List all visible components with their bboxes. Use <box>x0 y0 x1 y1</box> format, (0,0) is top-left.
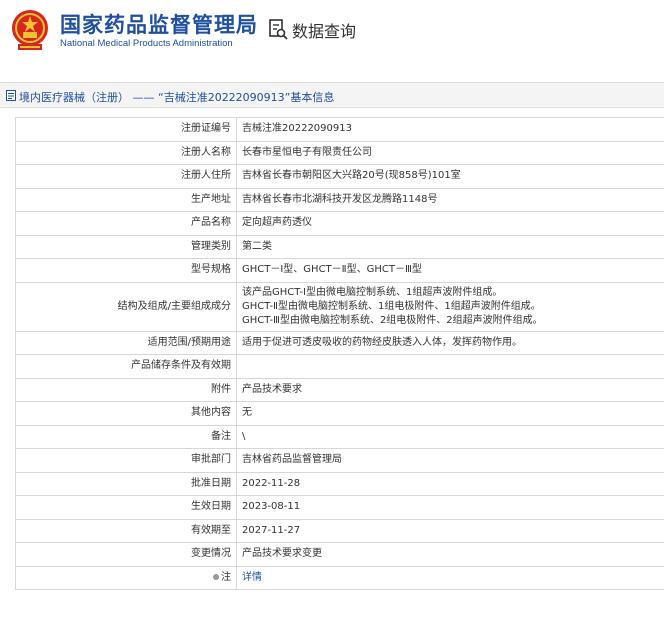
field-value: 产品技术要求 <box>236 377 664 402</box>
composition-line: GHCT-Ⅲ型由微电脑控制系统、2组电极附件、2组超声波附件组成。 <box>242 314 543 326</box>
field-value: 无 <box>236 401 664 426</box>
field-label: 管理类别 <box>15 234 237 259</box>
site-title-en: National Medical Products Administration <box>60 38 233 49</box>
table-row: 变更情况 产品技术要求变更 <box>15 542 664 567</box>
field-label: 生效日期 <box>15 495 237 520</box>
field-label: 注册证编号 <box>15 117 237 142</box>
field-label: 备注 <box>15 424 237 449</box>
field-label: 附件 <box>15 377 237 402</box>
note-bulb-icon <box>213 573 219 580</box>
table-row: 结构及组成/主要组成成分 该产品GHCT-Ⅰ型由微电脑控制系统、1组超声波附件组… <box>15 281 664 332</box>
field-label: 有效期至 <box>15 518 237 543</box>
field-value: 适用于促进可透皮吸收的药物经皮肤透入人体，发挥药物作用。 <box>236 330 664 355</box>
document-icon <box>6 90 16 101</box>
details-link[interactable]: 详情 <box>242 572 262 583</box>
table-row: 管理类别 第二类 <box>15 234 664 259</box>
site-title-cn[interactable]: 国家药品监督管理局 <box>60 9 258 39</box>
breadcrumb: 境内医疗器械（注册） —— “吉械注准20222090913”基本信息 <box>0 82 664 108</box>
field-label: 结构及组成/主要组成成分 <box>15 281 237 332</box>
registration-detail-table: 注册证编号 吉械注准20222090913 注册人名称 长春市星恒电子有限责任公… <box>15 117 664 590</box>
field-value: 吉林省药品监督管理局 <box>236 448 664 473</box>
table-row: 适用范围/预期用途 适用于促进可透皮吸收的药物经皮肤透入人体，发挥药物作用。 <box>15 330 664 355</box>
field-value: 第二类 <box>236 234 664 259</box>
table-row: 有效期至 2027-11-27 <box>15 518 664 543</box>
table-row: 附件 产品技术要求 <box>15 377 664 402</box>
field-value: 2027-11-27 <box>236 518 664 543</box>
table-row: 生产地址 吉林省长春市北湖科技开发区龙腾路1148号 <box>15 187 664 212</box>
field-value: 2022-11-28 <box>236 471 664 496</box>
field-value: 定向超声药透仪 <box>236 211 664 236</box>
composition-line: GHCT-Ⅱ型由微电脑控制系统、1组电极附件、1组超声波附件组成。 <box>242 300 541 312</box>
field-label: 产品储存条件及有效期 <box>15 354 237 379</box>
table-row: 产品名称 定向超声药透仪 <box>15 211 664 236</box>
breadcrumb-text: 境内医疗器械（注册） —— “吉械注准20222090913”基本信息 <box>19 91 335 104</box>
field-label: 注 <box>221 571 231 583</box>
table-row: 注册人名称 长春市星恒电子有限责任公司 <box>15 140 664 165</box>
table-row: 生效日期 2023-08-11 <box>15 495 664 520</box>
field-value: 吉械注准20222090913 <box>236 117 664 142</box>
table-row: 型号规格 GHCT－Ⅰ型、GHCT－Ⅱ型、GHCT－Ⅲ型 <box>15 258 664 283</box>
field-value: 产品技术要求变更 <box>236 542 664 567</box>
field-value: 该产品GHCT-Ⅰ型由微电脑控制系统、1组超声波附件组成。 GHCT-Ⅱ型由微电… <box>236 281 664 332</box>
data-query-icon <box>269 19 288 40</box>
table-row: 注 详情 <box>15 565 664 590</box>
field-label: 其他内容 <box>15 401 237 426</box>
field-value: 吉林省长春市朝阳区大兴路20号(现858号)101室 <box>236 164 664 189</box>
table-row: 批准日期 2022-11-28 <box>15 471 664 496</box>
field-value: 详情 <box>236 565 664 590</box>
field-label: 注册人住所 <box>15 164 237 189</box>
field-label: 注册人名称 <box>15 140 237 165</box>
field-label: 型号规格 <box>15 258 237 283</box>
site-header: 国家药品监督管理局 National Medical Products Admi… <box>0 0 664 68</box>
table-row: 其他内容 无 <box>15 401 664 426</box>
table-row: 注册证编号 吉械注准20222090913 <box>15 117 664 142</box>
table-row: 注册人住所 吉林省长春市朝阳区大兴路20号(现858号)101室 <box>15 164 664 189</box>
field-label: 生产地址 <box>15 187 237 212</box>
field-label: 批准日期 <box>15 471 237 496</box>
field-value <box>236 354 664 379</box>
composition-line: 该产品GHCT-Ⅰ型由微电脑控制系统、1组超声波附件组成。 <box>242 286 503 298</box>
table-row: 备注 \ <box>15 424 664 449</box>
field-label: 产品名称 <box>15 211 237 236</box>
field-value: GHCT－Ⅰ型、GHCT－Ⅱ型、GHCT－Ⅲ型 <box>236 258 664 283</box>
field-label: 适用范围/预期用途 <box>15 330 237 355</box>
data-query-title[interactable]: 数据查询 <box>292 18 356 42</box>
field-value: 长春市星恒电子有限责任公司 <box>236 140 664 165</box>
table-row: 产品储存条件及有效期 <box>15 354 664 379</box>
field-value: \ <box>236 424 664 449</box>
field-value: 吉林省长春市北湖科技开发区龙腾路1148号 <box>236 187 664 212</box>
field-label: 审批部门 <box>15 448 237 473</box>
table-row: 审批部门 吉林省药品监督管理局 <box>15 448 664 473</box>
field-label: 变更情况 <box>15 542 237 567</box>
field-value: 2023-08-11 <box>236 495 664 520</box>
national-emblem-icon <box>12 10 48 50</box>
note-label: 注 <box>15 565 237 590</box>
